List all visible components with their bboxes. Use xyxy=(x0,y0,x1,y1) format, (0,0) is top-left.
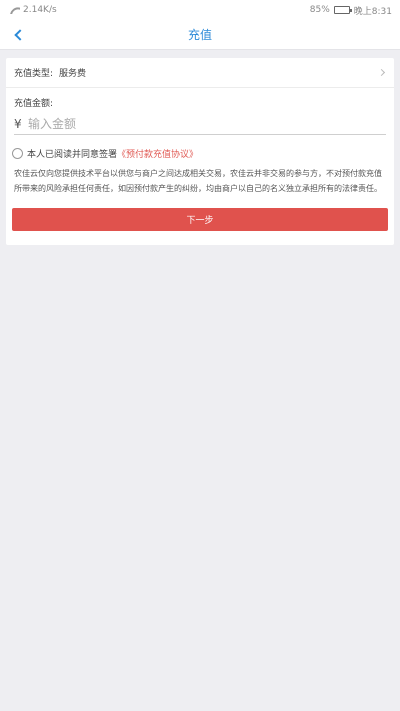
yen-icon: ¥ xyxy=(14,117,22,131)
recharge-card: 充值类型: 服务费 充值金额: ¥ 本人已阅读并同意签署 《预付款充值协议》 农… xyxy=(6,58,394,245)
agreement-row: 本人已阅读并同意签署 《预付款充值协议》 xyxy=(12,147,386,160)
status-right: 85% 晚上8:31 xyxy=(310,4,392,17)
amount-input[interactable] xyxy=(28,117,386,131)
recharge-type-value: 服务费 xyxy=(59,69,87,79)
agreement-checkbox[interactable] xyxy=(12,148,23,159)
chevron-right-icon xyxy=(377,68,386,77)
battery-percent: 85% xyxy=(309,5,330,15)
wifi-icon xyxy=(10,6,20,14)
amount-input-row: ¥ xyxy=(14,117,386,135)
amount-section: 充值金额: ¥ xyxy=(6,88,394,135)
amount-label: 充值金额: xyxy=(14,99,54,109)
next-step-button[interactable]: 下一步 xyxy=(12,208,388,231)
status-bar: 2.14K/s 85% 晚上8:31 xyxy=(0,0,400,20)
nav-bar: 充值 xyxy=(0,20,400,50)
back-button[interactable] xyxy=(8,25,28,45)
recharge-type-row[interactable]: 充值类型: 服务费 xyxy=(6,58,394,88)
disclaimer-text: 农佳云仅向您提供技术平台以供您与商户之间达成相关交易，农佳云并非交易的参与方，不… xyxy=(14,169,382,193)
network-speed: 2.14K/s xyxy=(23,5,57,15)
page-title: 充值 xyxy=(187,28,212,42)
agreement-link[interactable]: 《预付款充值协议》 xyxy=(117,147,198,160)
recharge-type-label: 充值类型: xyxy=(14,69,54,79)
status-left: 2.14K/s xyxy=(10,5,57,15)
battery-icon xyxy=(333,6,352,14)
clock: 晚上8:31 xyxy=(353,6,392,17)
chevron-left-icon xyxy=(13,29,26,41)
agreement-text: 本人已阅读并同意签署 xyxy=(27,150,118,160)
card-spacer xyxy=(6,231,394,245)
